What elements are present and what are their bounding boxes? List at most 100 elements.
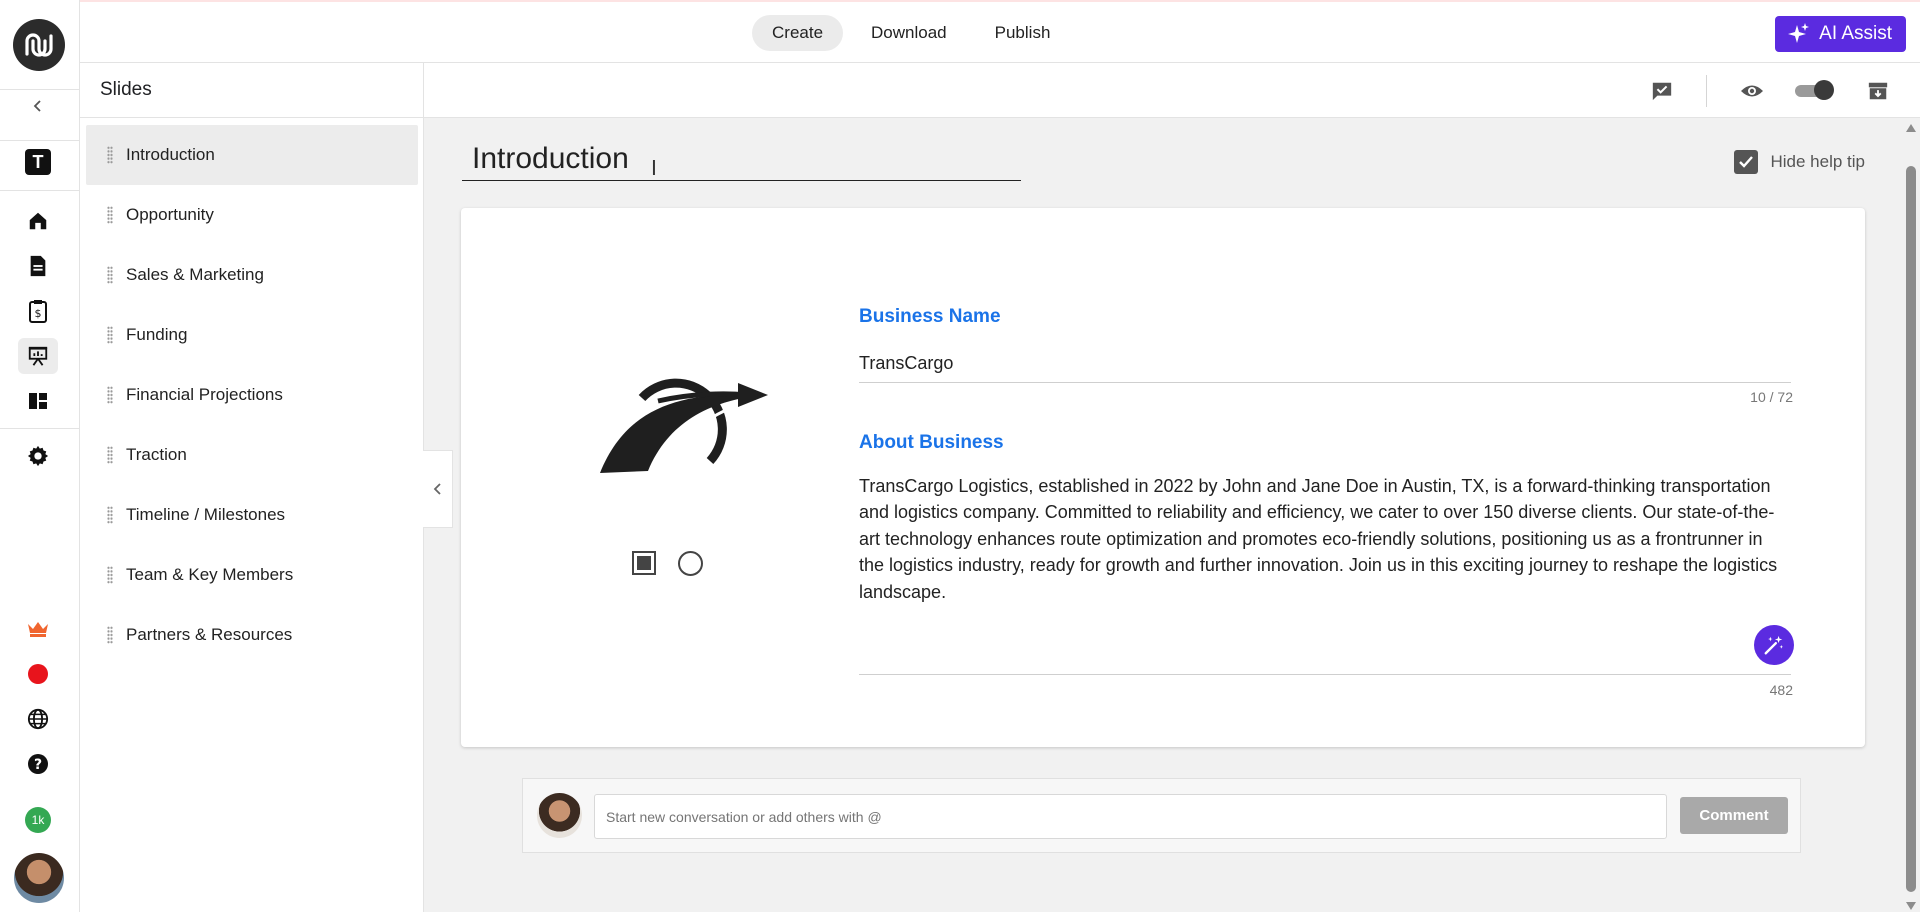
- template-switch-button[interactable]: T: [18, 144, 58, 180]
- checkmark-icon: [1739, 156, 1754, 168]
- chevron-left-icon: [433, 483, 441, 495]
- toolbar-divider: [1706, 75, 1707, 107]
- comment-bar: Comment: [522, 778, 1801, 853]
- upgrade-button[interactable]: [18, 611, 58, 647]
- business-name-underline: [859, 382, 1791, 383]
- drag-handle-icon[interactable]: [86, 506, 126, 524]
- nav-pitch-deck[interactable]: [18, 338, 58, 374]
- square-shape-icon[interactable]: [632, 551, 656, 575]
- nav-home[interactable]: [18, 203, 58, 239]
- business-name-counter: 10 / 72: [1750, 389, 1793, 405]
- comment-input[interactable]: [594, 794, 1667, 839]
- slide-item-introduction[interactable]: Introduction: [86, 125, 418, 185]
- help-button[interactable]: ?: [18, 746, 58, 782]
- slide-item-label: Partners & Resources: [126, 625, 293, 644]
- chevron-left-icon: [33, 100, 41, 112]
- drag-handle-icon[interactable]: [86, 446, 126, 464]
- scrollbar-thumb[interactable]: [1906, 166, 1916, 892]
- svg-text:$: $: [35, 307, 42, 320]
- drag-handle-icon[interactable]: [86, 206, 126, 224]
- nav-documents[interactable]: [18, 248, 58, 284]
- mode-tabs: Create Download Publish: [752, 15, 1070, 51]
- dashboard-icon: [29, 393, 47, 409]
- slide-item-team[interactable]: Team & Key Members: [86, 545, 418, 605]
- invoice-icon: $: [29, 300, 47, 323]
- collapse-rail-button[interactable]: [18, 88, 58, 124]
- drag-handle-icon[interactable]: [86, 146, 126, 164]
- collapse-slides-button[interactable]: [423, 450, 453, 528]
- tab-publish[interactable]: Publish: [975, 15, 1071, 51]
- user-avatar[interactable]: [14, 853, 64, 903]
- nav-dashboard[interactable]: [18, 383, 58, 419]
- points-badge: 1k: [25, 807, 51, 833]
- hide-help-tip-checkbox[interactable]: [1734, 150, 1759, 174]
- drag-handle-icon[interactable]: [86, 566, 126, 584]
- about-business-underline: [859, 674, 1791, 675]
- language-button[interactable]: [18, 701, 58, 737]
- archive-button[interactable]: [1864, 77, 1892, 105]
- commenter-avatar: [537, 793, 582, 838]
- presentation-icon: [28, 346, 48, 366]
- slide-list: Introduction Opportunity Sales & Marketi…: [80, 118, 423, 665]
- hide-help-tip[interactable]: Hide help tip: [1734, 150, 1865, 174]
- business-logo-image[interactable]: [598, 343, 768, 473]
- slide-item-label: Opportunity: [126, 205, 214, 224]
- archive-icon: [1868, 82, 1888, 100]
- slide-item-partners[interactable]: Partners & Resources: [86, 605, 418, 665]
- tab-download[interactable]: Download: [851, 15, 967, 51]
- nav-settings[interactable]: [18, 438, 58, 474]
- review-button[interactable]: [1648, 77, 1676, 105]
- logo-shape-options: [632, 551, 703, 576]
- crown-icon: [28, 622, 48, 637]
- business-name-input[interactable]: TransCargo: [859, 353, 1791, 374]
- slide-title-input[interactable]: Introduction: [462, 132, 1021, 181]
- about-business-label: About Business: [859, 432, 1004, 453]
- about-business-textarea[interactable]: TransCargo Logistics, established in 202…: [859, 473, 1789, 605]
- toggle-switch[interactable]: [1792, 80, 1834, 100]
- ai-assist-button[interactable]: AI Assist: [1775, 16, 1906, 52]
- about-business-counter: 482: [1769, 682, 1793, 698]
- document-icon: [30, 255, 46, 277]
- slide-item-funding[interactable]: Funding: [86, 305, 418, 365]
- slide-item-timeline[interactable]: Timeline / Milestones: [86, 485, 418, 545]
- record-icon: [28, 664, 48, 684]
- points-button[interactable]: 1k: [18, 802, 58, 838]
- hide-help-tip-label: Hide help tip: [1770, 152, 1865, 171]
- business-name-label: Business Name: [859, 306, 1001, 327]
- template-badge: T: [25, 149, 51, 175]
- comment-button[interactable]: Comment: [1680, 797, 1788, 834]
- logo-icon: [25, 33, 53, 57]
- app-logo[interactable]: [13, 19, 65, 71]
- drag-handle-icon[interactable]: [86, 386, 126, 404]
- record-button[interactable]: [18, 656, 58, 692]
- nav-finance[interactable]: $: [18, 293, 58, 329]
- scroll-up-arrow-icon[interactable]: [1906, 124, 1916, 132]
- top-bar: Create Download Publish AI Assist: [80, 0, 1920, 63]
- home-icon: [29, 212, 47, 230]
- circle-shape-icon[interactable]: [678, 551, 703, 576]
- preview-button[interactable]: [1738, 77, 1766, 105]
- ai-rewrite-button[interactable]: [1754, 625, 1794, 665]
- drag-handle-icon[interactable]: [86, 266, 126, 284]
- slide-item-label: Financial Projections: [126, 385, 283, 404]
- drag-handle-icon[interactable]: [86, 326, 126, 344]
- slide-item-label: Timeline / Milestones: [126, 505, 286, 524]
- comment-check-icon: [1652, 82, 1672, 101]
- magic-wand-icon: [1764, 635, 1784, 655]
- slide-item-label: Traction: [126, 445, 187, 464]
- slide-item-financial-projections[interactable]: Financial Projections: [86, 365, 418, 425]
- slide-item-sales-marketing[interactable]: Sales & Marketing: [86, 245, 418, 305]
- slide-item-opportunity[interactable]: Opportunity: [86, 185, 418, 245]
- settings-icon: [27, 445, 49, 467]
- slides-panel-title: Slides: [80, 63, 423, 118]
- slide-item-label: Introduction: [126, 145, 215, 164]
- drag-handle-icon[interactable]: [86, 626, 126, 644]
- tab-create[interactable]: Create: [752, 15, 844, 51]
- left-rail: T $ ? 1k: [0, 0, 80, 912]
- ai-assist-label: AI Assist: [1819, 23, 1892, 44]
- scroll-down-arrow-icon[interactable]: [1906, 902, 1916, 910]
- sparkle-icon: [1788, 23, 1810, 43]
- main-scrollbar[interactable]: [1902, 118, 1920, 912]
- svg-text:?: ?: [34, 757, 42, 773]
- slide-item-traction[interactable]: Traction: [86, 425, 418, 485]
